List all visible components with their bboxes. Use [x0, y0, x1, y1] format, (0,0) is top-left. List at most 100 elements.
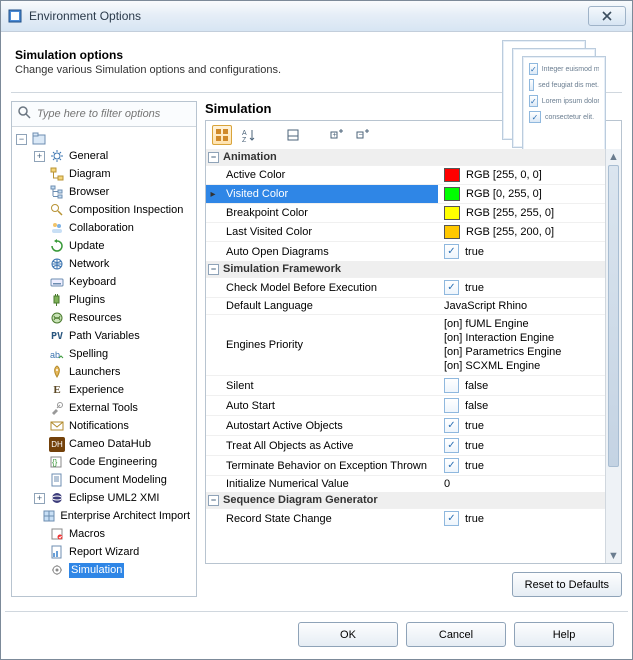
- tree-item-document-modeling[interactable]: Document Modeling: [32, 471, 192, 489]
- cancel-button[interactable]: Cancel: [406, 622, 506, 647]
- ok-button[interactable]: OK: [298, 622, 398, 647]
- expander: [34, 187, 45, 198]
- tree-item-enterprise-architect-import[interactable]: Enterprise Architect Import: [32, 507, 192, 525]
- property-row[interactable]: Autostart Active Objects✓true: [206, 415, 606, 435]
- property-row[interactable]: Treat All Objects as Active✓true: [206, 435, 606, 455]
- reset-to-defaults-button[interactable]: Reset to Defaults: [512, 572, 622, 597]
- expander: [34, 295, 45, 306]
- collapse-all-button[interactable]: −: [354, 126, 372, 144]
- description-toggle-button[interactable]: [284, 126, 302, 144]
- property-row[interactable]: Auto Startfalse: [206, 395, 606, 415]
- color-swatch: [444, 206, 460, 220]
- expander: [34, 331, 45, 342]
- tree-item-composition-inspection[interactable]: Composition Inspection: [32, 201, 192, 219]
- property-value[interactable]: ✓true: [438, 242, 606, 261]
- vertical-scrollbar[interactable]: ▲ ▼: [605, 149, 621, 563]
- checkbox-icon[interactable]: ✓: [444, 280, 459, 295]
- tree-item-diagram[interactable]: Diagram: [32, 165, 192, 183]
- property-row[interactable]: Terminate Behavior on Exception Thrown✓t…: [206, 455, 606, 475]
- code-icon: {}: [49, 454, 65, 470]
- tree-item-keyboard[interactable]: Keyboard: [32, 273, 192, 291]
- property-value[interactable]: ✓true: [438, 509, 606, 528]
- property-grid[interactable]: −AnimationActive ColorRGB [255, 0, 0]▸Vi…: [206, 149, 606, 563]
- doc-icon: [49, 472, 65, 488]
- category-name: Simulation Framework: [223, 263, 341, 275]
- property-row[interactable]: Check Model Before Execution✓true: [206, 277, 606, 297]
- close-button[interactable]: [588, 6, 626, 26]
- checkbox-icon[interactable]: ✓: [444, 244, 459, 259]
- property-row[interactable]: Last Visited ColorRGB [255, 200, 0]: [206, 222, 606, 241]
- tree-item-general[interactable]: +General: [32, 147, 192, 165]
- property-value[interactable]: RGB [0, 255, 0]: [438, 185, 606, 203]
- property-row[interactable]: Initialize Numerical Value0: [206, 475, 606, 492]
- help-button[interactable]: Help: [514, 622, 614, 647]
- tree-item-macros[interactable]: Macros: [32, 525, 192, 543]
- tree-item-label: Network: [69, 257, 109, 272]
- tree-item-simulation[interactable]: Simulation: [32, 561, 192, 579]
- tree-item-collaboration[interactable]: Collaboration: [32, 219, 192, 237]
- property-row[interactable]: Auto Open Diagrams✓true: [206, 241, 606, 261]
- property-row[interactable]: Default LanguageJavaScript Rhino: [206, 297, 606, 314]
- tree-item-network[interactable]: Network: [32, 255, 192, 273]
- scroll-down-button[interactable]: ▼: [606, 548, 621, 563]
- category-header[interactable]: −Sequence Diagram Generator: [206, 492, 606, 508]
- tree-item-external-tools[interactable]: External Tools: [32, 399, 192, 417]
- tree-item-experience[interactable]: EExperience: [32, 381, 192, 399]
- tree-item-plugins[interactable]: Plugins: [32, 291, 192, 309]
- property-value[interactable]: RGB [255, 255, 0]: [438, 204, 606, 222]
- expander[interactable]: +: [34, 493, 45, 504]
- category-header[interactable]: −Simulation Framework: [206, 261, 606, 277]
- property-value[interactable]: ✓true: [438, 456, 606, 475]
- tree-item-update[interactable]: Update: [32, 237, 192, 255]
- expander: [34, 241, 45, 252]
- scroll-up-button[interactable]: ▲: [606, 149, 621, 164]
- property-row[interactable]: Record State Change✓true: [206, 508, 606, 528]
- property-row[interactable]: Breakpoint ColorRGB [255, 255, 0]: [206, 203, 606, 222]
- property-value[interactable]: [on] fUML Engine[on] Interaction Engine[…: [438, 315, 606, 375]
- tree-item-code-engineering[interactable]: {}Code Engineering: [32, 453, 192, 471]
- scroll-thumb[interactable]: [608, 165, 619, 467]
- tree-item-label: Cameo DataHub: [69, 437, 151, 452]
- expander-root[interactable]: −: [16, 134, 27, 145]
- tree-item-path-variables[interactable]: PVPath Variables: [32, 327, 192, 345]
- checkbox-icon[interactable]: ✓: [444, 418, 459, 433]
- category-expander[interactable]: −: [208, 495, 219, 506]
- tree-item-notifications[interactable]: Notifications: [32, 417, 192, 435]
- checkbox-icon[interactable]: ✓: [444, 511, 459, 526]
- property-value[interactable]: 0: [438, 476, 606, 492]
- property-value[interactable]: ✓true: [438, 416, 606, 435]
- checkbox-icon[interactable]: [444, 378, 459, 393]
- property-value[interactable]: false: [438, 376, 606, 395]
- property-value[interactable]: false: [438, 396, 606, 415]
- property-row[interactable]: Silentfalse: [206, 375, 606, 395]
- report-icon: [49, 544, 65, 560]
- property-value[interactable]: RGB [255, 0, 0]: [438, 166, 606, 184]
- property-value[interactable]: JavaScript Rhino: [438, 298, 606, 314]
- property-value[interactable]: ✓true: [438, 436, 606, 455]
- tree-item-cameo-datahub[interactable]: DHCameo DataHub: [32, 435, 192, 453]
- tree-item-resources[interactable]: Resources: [32, 309, 192, 327]
- checkbox-icon[interactable]: ✓: [444, 438, 459, 453]
- tree-item-eclipse-uml2-xmi[interactable]: +Eclipse UML2 XMI: [32, 489, 192, 507]
- options-tree[interactable]: − +GeneralDiagramBrowserComposition Insp…: [12, 127, 196, 596]
- checkbox-icon[interactable]: ✓: [444, 458, 459, 473]
- category-expander[interactable]: −: [208, 152, 219, 163]
- category-expander[interactable]: −: [208, 264, 219, 275]
- property-row[interactable]: Active ColorRGB [255, 0, 0]: [206, 165, 606, 184]
- tree-item-report-wizard[interactable]: Report Wizard: [32, 543, 192, 561]
- tree-item-browser[interactable]: Browser: [32, 183, 192, 201]
- expand-all-button[interactable]: +: [328, 126, 346, 144]
- tree-item-spelling[interactable]: abSpelling: [32, 345, 192, 363]
- categorized-view-button[interactable]: [212, 125, 232, 145]
- property-value[interactable]: ✓true: [438, 278, 606, 297]
- expander[interactable]: +: [34, 151, 45, 162]
- category-header[interactable]: −Animation: [206, 149, 606, 165]
- property-row[interactable]: Engines Priority[on] fUML Engine[on] Int…: [206, 314, 606, 375]
- checkbox-icon[interactable]: [444, 398, 459, 413]
- property-row[interactable]: ▸Visited ColorRGB [0, 255, 0]: [206, 184, 606, 203]
- filter-input[interactable]: [37, 106, 190, 122]
- property-value[interactable]: RGB [255, 200, 0]: [438, 223, 606, 241]
- alphabetical-view-button[interactable]: AZ: [240, 126, 258, 144]
- tree-item-launchers[interactable]: Launchers: [32, 363, 192, 381]
- expander: [34, 169, 45, 180]
